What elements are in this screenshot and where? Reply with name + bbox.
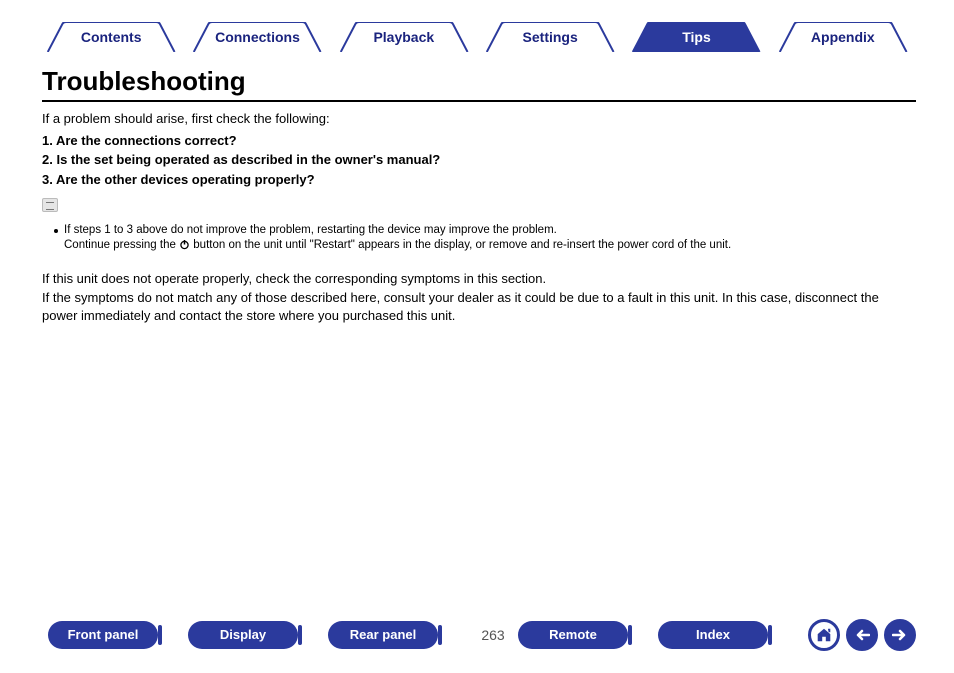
tab-contents[interactable]: Contents <box>38 22 184 52</box>
nav-remote[interactable]: Remote <box>518 621 628 649</box>
page-number: 263 <box>468 627 518 643</box>
note-line2a: Continue pressing the <box>64 239 179 251</box>
tab-label: Playback <box>373 29 434 45</box>
top-tabs: Contents Connections Playback Settings T… <box>38 22 916 52</box>
note-line2b: button on the unit until "Restart" appea… <box>190 239 731 251</box>
check-list: 1. Are the connections correct? 2. Is th… <box>42 132 916 189</box>
arrow-right-icon <box>892 628 908 642</box>
home-icon <box>815 626 833 644</box>
tab-label: Connections <box>215 29 300 45</box>
home-button[interactable] <box>808 619 840 651</box>
pill-label: Remote <box>549 627 597 642</box>
intro-line: If a problem should arise, first check t… <box>42 110 916 128</box>
tab-label: Appendix <box>811 29 875 45</box>
nav-rear-panel[interactable]: Rear panel <box>328 621 438 649</box>
page-title: Troubleshooting <box>42 66 246 97</box>
power-icon <box>179 239 190 256</box>
bottom-bar: Front panel Display Rear panel 263 Remot… <box>48 615 916 655</box>
pill-label: Display <box>220 627 266 642</box>
check-item: 1. Are the connections correct? <box>42 132 916 150</box>
paragraph-2: If the symptoms do not match any of thos… <box>42 289 916 324</box>
nav-index[interactable]: Index <box>658 621 768 649</box>
tab-label: Settings <box>523 29 578 45</box>
tab-connections[interactable]: Connections <box>184 22 330 52</box>
note-line1: If steps 1 to 3 above do not improve the… <box>64 224 557 236</box>
tab-label: Contents <box>81 29 142 45</box>
check-item: 3. Are the other devices operating prope… <box>42 171 916 189</box>
prev-button[interactable] <box>846 619 878 651</box>
tab-tips[interactable]: Tips <box>623 22 769 52</box>
pill-label: Rear panel <box>350 627 416 642</box>
next-button[interactable] <box>884 619 916 651</box>
body-text: If a problem should arise, first check t… <box>42 110 916 326</box>
nav-display[interactable]: Display <box>188 621 298 649</box>
tab-appendix[interactable]: Appendix <box>770 22 916 52</box>
pill-label: Index <box>696 627 730 642</box>
note-bullet: If steps 1 to 3 above do not improve the… <box>42 223 916 256</box>
note-icon <box>42 198 58 212</box>
check-item: 2. Is the set being operated as describe… <box>42 151 916 169</box>
tab-playback[interactable]: Playback <box>331 22 477 52</box>
tab-settings[interactable]: Settings <box>477 22 623 52</box>
title-rule <box>42 100 916 102</box>
paragraph-1: If this unit does not operate properly, … <box>42 270 916 288</box>
pill-label: Front panel <box>68 627 139 642</box>
tab-label: Tips <box>682 29 711 45</box>
arrow-left-icon <box>854 628 870 642</box>
nav-front-panel[interactable]: Front panel <box>48 621 158 649</box>
